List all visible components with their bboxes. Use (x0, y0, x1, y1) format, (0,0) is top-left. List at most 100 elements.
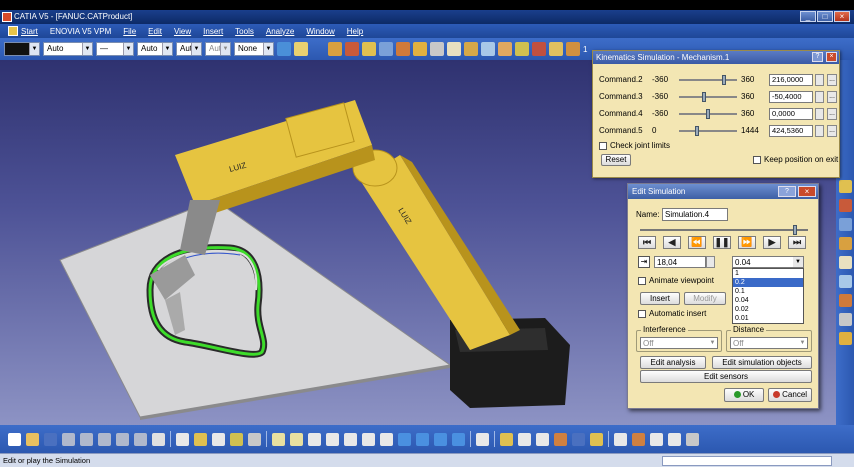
command-slider[interactable] (679, 92, 737, 102)
spinner-icon[interactable] (815, 74, 824, 86)
jump-forward-button[interactable]: ⏩ (738, 236, 756, 249)
slider-thumb[interactable] (702, 92, 707, 102)
command-value[interactable]: -50,4000 (769, 91, 813, 103)
edit-simulation-objects-button[interactable]: Edit simulation objects (712, 356, 812, 369)
manipulate-icon[interactable] (838, 218, 852, 231)
command-value[interactable]: 0,0000 (769, 108, 813, 120)
jump-back-button[interactable]: ⏪ (688, 236, 706, 249)
analysis-icon[interactable] (566, 42, 580, 56)
step-option-selected[interactable]: 0.2 (733, 278, 803, 287)
sequence-icon[interactable] (430, 42, 444, 56)
pause-button[interactable]: ❚❚ (713, 236, 731, 249)
rotate-icon[interactable] (326, 432, 339, 446)
step-combo[interactable]: 0.04 ▼ (732, 256, 804, 268)
step-option[interactable]: 1 (733, 269, 803, 278)
table-view-icon[interactable] (668, 432, 681, 446)
tree-icon[interactable] (230, 432, 243, 446)
step-option[interactable]: 0.02 (733, 305, 803, 314)
shading-icon[interactable] (416, 432, 429, 446)
search-icon[interactable] (536, 432, 549, 446)
apply-material-icon[interactable] (632, 432, 645, 446)
time-field[interactable]: 18,04 (654, 256, 706, 268)
more-button[interactable]: ... (827, 91, 837, 103)
clash-check-icon[interactable] (838, 313, 852, 326)
spinner-icon[interactable] (815, 108, 824, 120)
slider-thumb[interactable] (694, 126, 699, 136)
swept-volume-icon[interactable] (481, 42, 495, 56)
maximize-button[interactable]: □ (817, 11, 833, 22)
checkbox[interactable] (638, 276, 646, 285)
assembly-icon[interactable] (838, 180, 852, 193)
timeline-thumb[interactable] (792, 225, 797, 235)
knowledge-icon[interactable] (194, 432, 207, 446)
menu-edit[interactable]: Edit (142, 27, 168, 36)
paste-icon[interactable] (98, 432, 111, 446)
minimize-button[interactable]: _ (800, 11, 816, 22)
more-button[interactable]: ... (827, 125, 837, 137)
step-option[interactable]: 0.1 (733, 287, 803, 296)
menu-tools[interactable]: Tools (229, 27, 260, 36)
command-slider[interactable] (679, 126, 737, 136)
normal-view-icon[interactable] (380, 432, 393, 446)
track-icon[interactable] (413, 42, 427, 56)
simulation-icon[interactable] (345, 42, 359, 56)
section-icon[interactable] (838, 294, 852, 307)
cancel-button[interactable]: Cancel (768, 388, 812, 402)
clash-icon[interactable] (447, 42, 461, 56)
step-back-button[interactable]: ◀ (663, 236, 681, 249)
animate-viewpoint-option[interactable]: Animate viewpoint (638, 276, 714, 285)
weight-combo[interactable]: Aut ▼ (176, 42, 202, 56)
spinner-icon[interactable] (815, 125, 824, 137)
copy-icon[interactable] (80, 432, 93, 446)
new-icon[interactable] (8, 432, 21, 446)
command-slider[interactable] (679, 109, 737, 119)
simulation-player-icon[interactable] (518, 432, 531, 446)
annotation-icon[interactable] (838, 332, 852, 345)
menu-window[interactable]: Window (300, 27, 340, 36)
window-title-bar[interactable]: CATIA V5 - [FANUC.CATProduct] _ □ × (0, 10, 854, 24)
save-icon[interactable] (44, 432, 57, 446)
properties-icon[interactable] (294, 42, 308, 56)
undo-icon[interactable] (116, 432, 129, 446)
help-button[interactable]: ? (778, 186, 796, 197)
linetype-combo[interactable]: Auto ▼ (43, 42, 93, 56)
skip-to-end-button[interactable]: ⏭ (788, 236, 806, 249)
catalog-icon[interactable] (554, 432, 567, 446)
measure-item-icon[interactable] (572, 432, 585, 446)
more-button[interactable]: ... (827, 74, 837, 86)
explode-icon[interactable] (838, 256, 852, 269)
linestyle-combo[interactable]: — ▼ (96, 42, 134, 56)
menu-file[interactable]: File (117, 27, 142, 36)
step-option[interactable]: 0.01 (733, 314, 803, 323)
command-value[interactable]: 216,0000 (769, 74, 813, 86)
spinner-icon[interactable] (706, 256, 715, 268)
keep-position-option[interactable]: Keep position on exit (753, 155, 838, 164)
checkbox[interactable] (638, 309, 646, 318)
command-value[interactable]: 424,5360 (769, 125, 813, 137)
timeline-slider[interactable] (640, 225, 808, 235)
whats-this-icon[interactable] (152, 432, 165, 446)
cut-icon[interactable] (62, 432, 75, 446)
snap-icon[interactable] (838, 237, 852, 250)
color-combo[interactable]: ▼ (4, 42, 40, 56)
close-button[interactable]: × (826, 52, 837, 62)
distance-icon[interactable] (464, 42, 478, 56)
redo-icon[interactable] (134, 432, 147, 446)
sketch-icon[interactable] (650, 432, 663, 446)
slider-thumb[interactable] (706, 109, 710, 119)
automatic-insert-option[interactable]: Automatic insert (638, 309, 706, 318)
open-icon[interactable] (26, 432, 39, 446)
distance-combo[interactable]: Off ▼ (730, 337, 808, 349)
command-slider[interactable] (679, 75, 737, 85)
refresh-icon[interactable] (614, 432, 627, 446)
fixed-part-icon[interactable] (549, 42, 563, 56)
sensors-icon[interactable] (396, 42, 410, 56)
more-button[interactable]: ... (827, 108, 837, 120)
zoom-in-icon[interactable] (344, 432, 357, 446)
kinematics-joint-icon[interactable] (328, 42, 342, 56)
kinematics-title-bar[interactable]: Kinematics Simulation - Mechanism.1 ? × (593, 51, 839, 64)
pan-icon[interactable] (308, 432, 321, 446)
slider-thumb[interactable] (722, 75, 727, 85)
reset-button[interactable]: Reset (601, 154, 631, 166)
measure-icon[interactable] (838, 275, 852, 288)
